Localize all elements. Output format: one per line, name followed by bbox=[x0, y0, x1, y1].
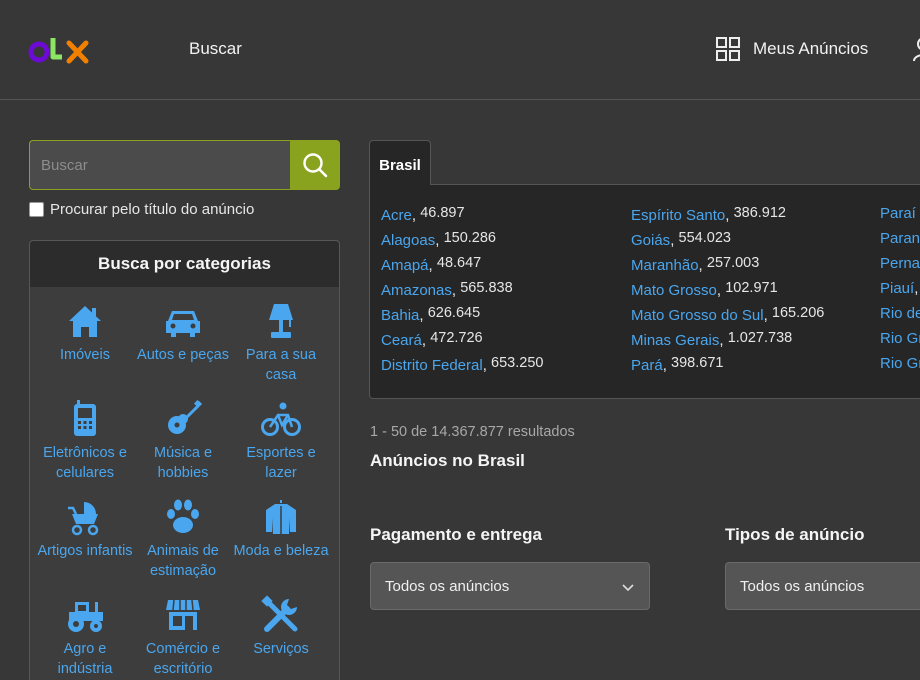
category-casa[interactable]: Para a sua casa bbox=[232, 301, 330, 394]
state-item[interactable]: Bahia, 626.645 bbox=[381, 305, 543, 330]
jacket-icon bbox=[261, 497, 301, 537]
state-item[interactable]: Paraí bbox=[880, 205, 920, 230]
states-column-2: Espírito Santo, 386.912 Goiás, 554.023 M… bbox=[631, 205, 824, 380]
category-eletronicos[interactable]: Eletrônicos e celulares bbox=[36, 399, 134, 492]
category-infantis[interactable]: Artigos infantis bbox=[36, 497, 134, 590]
title-only-checkbox[interactable] bbox=[29, 202, 44, 217]
payment-select-value: Todos os anúncios bbox=[385, 577, 510, 595]
state-item[interactable]: Alagoas, 150.286 bbox=[381, 230, 543, 255]
nav-search-link[interactable]: Buscar bbox=[189, 39, 242, 59]
ad-type-select-value: Todos os anúncios bbox=[740, 577, 865, 595]
state-item[interactable]: Paran bbox=[880, 230, 920, 255]
title-only-option[interactable]: Procurar pelo título do anúncio bbox=[29, 201, 254, 218]
stroller-icon bbox=[65, 497, 105, 537]
category-musica[interactable]: Música e hobbies bbox=[134, 399, 232, 492]
state-item[interactable]: Goiás, 554.023 bbox=[631, 230, 824, 255]
title-only-label: Procurar pelo título do anúncio bbox=[50, 201, 255, 218]
category-label: Para a sua casa bbox=[245, 347, 317, 383]
results-summary: 1 - 50 de 14.367.877 resultados bbox=[370, 424, 575, 440]
my-ads-label: Meus Anúncios bbox=[753, 39, 869, 58]
category-label: Comércio e escritório bbox=[145, 641, 221, 677]
results-heading: Anúncios no Brasil bbox=[370, 451, 525, 470]
category-label: Moda e beleza bbox=[233, 543, 329, 559]
my-ads-link[interactable]: Meus Anúncios bbox=[715, 36, 868, 62]
ad-type-filter-label: Tipos de anúncio bbox=[725, 525, 865, 544]
states-column-1: Acre, 46.897 Alagoas, 150.286 Amapá, 48.… bbox=[381, 205, 543, 380]
lamp-icon bbox=[261, 301, 301, 341]
category-autos[interactable]: Autos e peças bbox=[134, 301, 232, 394]
phone-icon bbox=[65, 399, 105, 439]
guitar-icon bbox=[163, 399, 203, 439]
state-item[interactable]: Acre, 46.897 bbox=[381, 205, 543, 230]
search-icon bbox=[303, 153, 328, 178]
search-button[interactable] bbox=[290, 140, 340, 190]
chevron-down-icon bbox=[622, 584, 634, 592]
top-header: Buscar Meus Anúncios bbox=[0, 0, 920, 100]
category-label: Agro e indústria bbox=[57, 641, 113, 677]
state-item[interactable]: Rio Gr bbox=[880, 330, 920, 355]
house-icon bbox=[65, 301, 105, 341]
state-item[interactable]: Distrito Federal, 653.250 bbox=[381, 355, 543, 380]
category-esportes[interactable]: Esportes e lazer bbox=[232, 399, 330, 492]
category-label: Música e hobbies bbox=[153, 445, 213, 481]
category-servicos[interactable]: Serviços bbox=[232, 595, 330, 680]
category-moda[interactable]: Moda e beleza bbox=[232, 497, 330, 590]
paw-icon bbox=[163, 497, 203, 537]
state-item[interactable]: Rio de bbox=[880, 305, 920, 330]
search-input[interactable] bbox=[29, 140, 290, 190]
category-label: Animais de estimação bbox=[147, 543, 219, 579]
state-item[interactable]: Mato Grosso, 102.971 bbox=[631, 280, 824, 305]
car-icon bbox=[163, 301, 203, 341]
tab-brasil[interactable]: Brasil bbox=[369, 140, 431, 185]
category-label: Esportes e lazer bbox=[246, 445, 316, 481]
state-item[interactable]: Pará, 398.671 bbox=[631, 355, 824, 380]
category-imoveis[interactable]: Imóveis bbox=[36, 301, 134, 394]
user-icon[interactable] bbox=[912, 36, 920, 62]
state-item[interactable]: Minas Gerais, 1.027.738 bbox=[631, 330, 824, 355]
search-box bbox=[29, 140, 340, 190]
payment-select[interactable]: Todos os anúncios bbox=[370, 562, 650, 610]
state-item[interactable]: Maranhão, 257.003 bbox=[631, 255, 824, 280]
category-comercio[interactable]: Comércio e escritório bbox=[134, 595, 232, 680]
category-label: Imóveis bbox=[60, 347, 110, 363]
categories-title: Busca por categorias bbox=[30, 241, 339, 287]
state-item[interactable]: Mato Grosso do Sul, 165.206 bbox=[631, 305, 824, 330]
states-column-3: Paraí Paran Perna Piauí, Rio de Rio Gr R… bbox=[880, 205, 920, 380]
state-item[interactable]: Rio Gr bbox=[880, 355, 920, 380]
store-icon bbox=[163, 595, 203, 635]
grid-icon bbox=[716, 37, 740, 61]
category-animais[interactable]: Animais de estimação bbox=[134, 497, 232, 590]
payment-filter-label: Pagamento e entrega bbox=[370, 525, 542, 544]
state-item[interactable]: Perna bbox=[880, 255, 920, 280]
ad-type-select[interactable]: Todos os anúncios bbox=[725, 562, 920, 610]
state-item[interactable]: Amazonas, 565.838 bbox=[381, 280, 543, 305]
states-panel: Acre, 46.897 Alagoas, 150.286 Amapá, 48.… bbox=[369, 184, 920, 399]
state-item[interactable]: Espírito Santo, 386.912 bbox=[631, 205, 824, 230]
olx-logo[interactable] bbox=[28, 30, 92, 70]
category-label: Serviços bbox=[253, 641, 309, 657]
categories-panel: Busca por categorias Imóveis Autos e peç… bbox=[29, 240, 340, 680]
state-item[interactable]: Piauí, bbox=[880, 280, 920, 305]
state-item[interactable]: Amapá, 48.647 bbox=[381, 255, 543, 280]
category-label: Eletrônicos e celulares bbox=[43, 445, 127, 481]
bicycle-icon bbox=[261, 399, 301, 439]
state-item[interactable]: Ceará, 472.726 bbox=[381, 330, 543, 355]
category-label: Artigos infantis bbox=[37, 543, 133, 559]
tools-icon bbox=[261, 595, 301, 635]
category-agro[interactable]: Agro e indústria bbox=[36, 595, 134, 680]
category-label: Autos e peças bbox=[137, 347, 229, 363]
tractor-icon bbox=[65, 595, 105, 635]
